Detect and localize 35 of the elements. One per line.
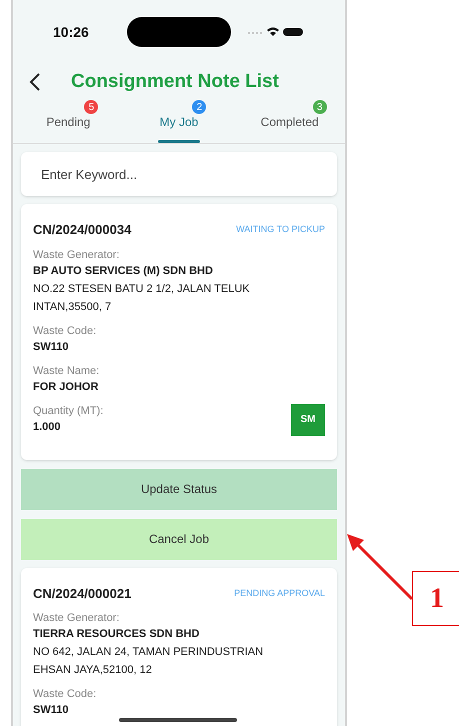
field-value: SW110 bbox=[33, 703, 70, 718]
field-value: BP AUTO SERVICES (M) SDN BHD bbox=[33, 264, 214, 278]
address-text: NO.22 STESEN BATU 2 1/2, JALAN TELUK INTAN,35500, 7 bbox=[33, 282, 251, 314]
field-label: Waste Code: bbox=[33, 687, 96, 702]
count-badge: 2 bbox=[192, 100, 206, 114]
field-value: SW110 bbox=[33, 340, 70, 354]
field-label: Waste Generator: bbox=[33, 611, 120, 626]
status-label: WAITING TO PICKUP bbox=[236, 223, 325, 236]
field-label: Waste Generator: bbox=[33, 248, 120, 262]
field-value: 1.000 bbox=[33, 420, 62, 434]
search-field[interactable]: Enter Keyword... bbox=[21, 152, 337, 196]
field-label: Waste Code: bbox=[33, 324, 96, 338]
page-title: Consignment Note List bbox=[71, 70, 279, 94]
action-button[interactable]: Cancel Job bbox=[21, 518, 337, 560]
status-time: 10:26 bbox=[53, 22, 90, 42]
action-button[interactable]: Update Status bbox=[21, 468, 337, 510]
tab-underline bbox=[158, 140, 200, 143]
field-value: TIERRA RESOURCES SDN BHD bbox=[33, 627, 200, 642]
tab[interactable]: Pending 5 bbox=[13, 100, 124, 143]
camera-notch-icon bbox=[127, 17, 231, 47]
count-badge: 3 bbox=[312, 100, 327, 114]
status-label: PENDING APPROVAL bbox=[234, 586, 325, 600]
status-icons-drawing bbox=[245, 26, 305, 38]
count-badge: 5 bbox=[84, 100, 98, 114]
address-text: NO 642, JALAN 24, TAMAN PERINDUSTRIAN EHSAN JAYA,52100, 12 bbox=[33, 645, 264, 678]
tab[interactable]: Completed 3 bbox=[234, 100, 345, 143]
tab[interactable]: My Job 2 bbox=[124, 100, 234, 143]
field-label: Waste Name: bbox=[33, 364, 100, 378]
field-label: Quantity (MT): bbox=[33, 404, 104, 418]
field-value: FOR JOHOR bbox=[33, 380, 100, 394]
initials-badge: SM bbox=[291, 404, 325, 436]
annotation-number: 1 bbox=[430, 582, 444, 616]
back-icon[interactable] bbox=[29, 73, 41, 91]
note-number: CN/2024/000034 bbox=[33, 221, 132, 239]
note-number: CN/2024/000021 bbox=[33, 584, 132, 602]
